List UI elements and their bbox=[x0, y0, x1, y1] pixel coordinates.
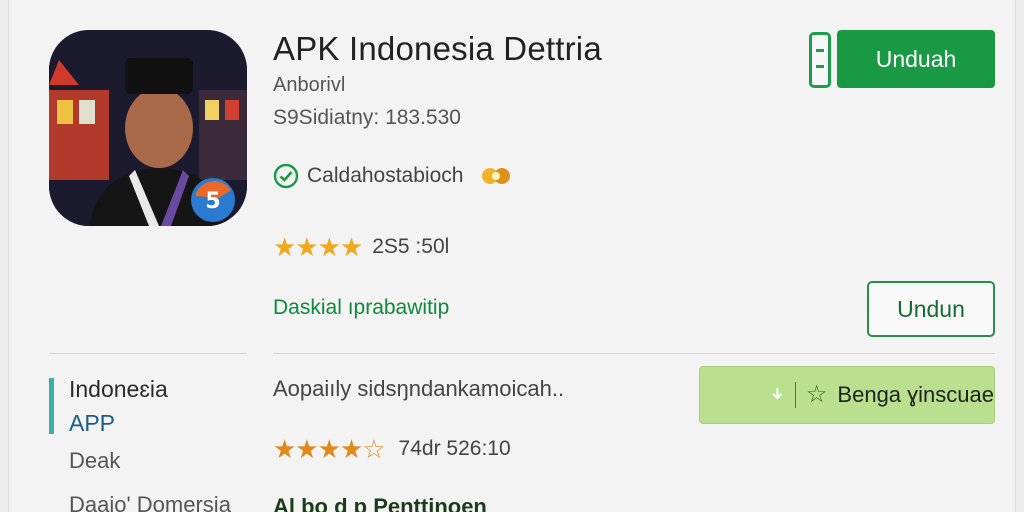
sidebar-item-deak[interactable]: Deak bbox=[69, 448, 120, 474]
sidebar-subtitle[interactable]: APP bbox=[69, 410, 115, 437]
rating-row: ★★★★ 2S5 :50l bbox=[273, 234, 449, 260]
rating-count-secondary: 74dr 526:10 bbox=[398, 437, 511, 460]
app-description: Aopaiıly sidsŋndankamoicah.. bbox=[273, 376, 565, 401]
rating-stars: ★★★★ bbox=[273, 232, 363, 262]
star-outline-icon: ☆ bbox=[805, 381, 828, 408]
app-icon[interactable]: 5 bbox=[49, 30, 247, 226]
verified-row: Caldahostabioch bbox=[273, 162, 513, 190]
sidebar-title[interactable]: Indoneɛia bbox=[69, 376, 168, 403]
download-outline-button[interactable]: Undun bbox=[867, 281, 995, 337]
download-button[interactable]: Unduah bbox=[837, 30, 995, 88]
app-title: APK Indonesia Dettria bbox=[273, 30, 602, 67]
rating-stars-secondary: ★★★★☆ bbox=[273, 434, 386, 464]
rating-row-secondary: ★★★★☆ 74dr 526:10 bbox=[273, 436, 511, 462]
check-circle-icon bbox=[273, 163, 299, 189]
rating-count: 2S5 :50l bbox=[372, 235, 450, 258]
details-link[interactable]: Daskial ıprabawitip bbox=[273, 296, 449, 320]
download-icon bbox=[772, 388, 783, 400]
secondary-action-button[interactable]: ☆ Benga ɣinscuae bbox=[699, 366, 995, 424]
secondary-action-label: Benga ɣinscuae bbox=[837, 382, 994, 407]
download-count: S9Sidiatny: 183.530 bbox=[273, 106, 461, 129]
app-icon-image: 5 bbox=[49, 30, 247, 226]
svg-text:5: 5 bbox=[205, 189, 220, 214]
divider-right bbox=[273, 353, 995, 354]
badge-icon bbox=[482, 168, 511, 184]
phone-icon[interactable] bbox=[809, 32, 831, 88]
divider-left bbox=[49, 353, 247, 354]
button-separator bbox=[794, 382, 796, 408]
verified-label: Caldahostabioch bbox=[307, 164, 464, 187]
sidebar-accent-bar bbox=[49, 378, 54, 434]
app-detail-panel: 5 APK Indonesia Dettria Anborivl S9Sidia… bbox=[8, 0, 1016, 512]
developer-name[interactable]: Anborivl bbox=[273, 74, 345, 97]
section-heading-bottom: Al bo d p Penttinoen bbox=[273, 494, 487, 512]
sidebar-item-domersia[interactable]: Daaio' Domersia bbox=[69, 492, 231, 512]
